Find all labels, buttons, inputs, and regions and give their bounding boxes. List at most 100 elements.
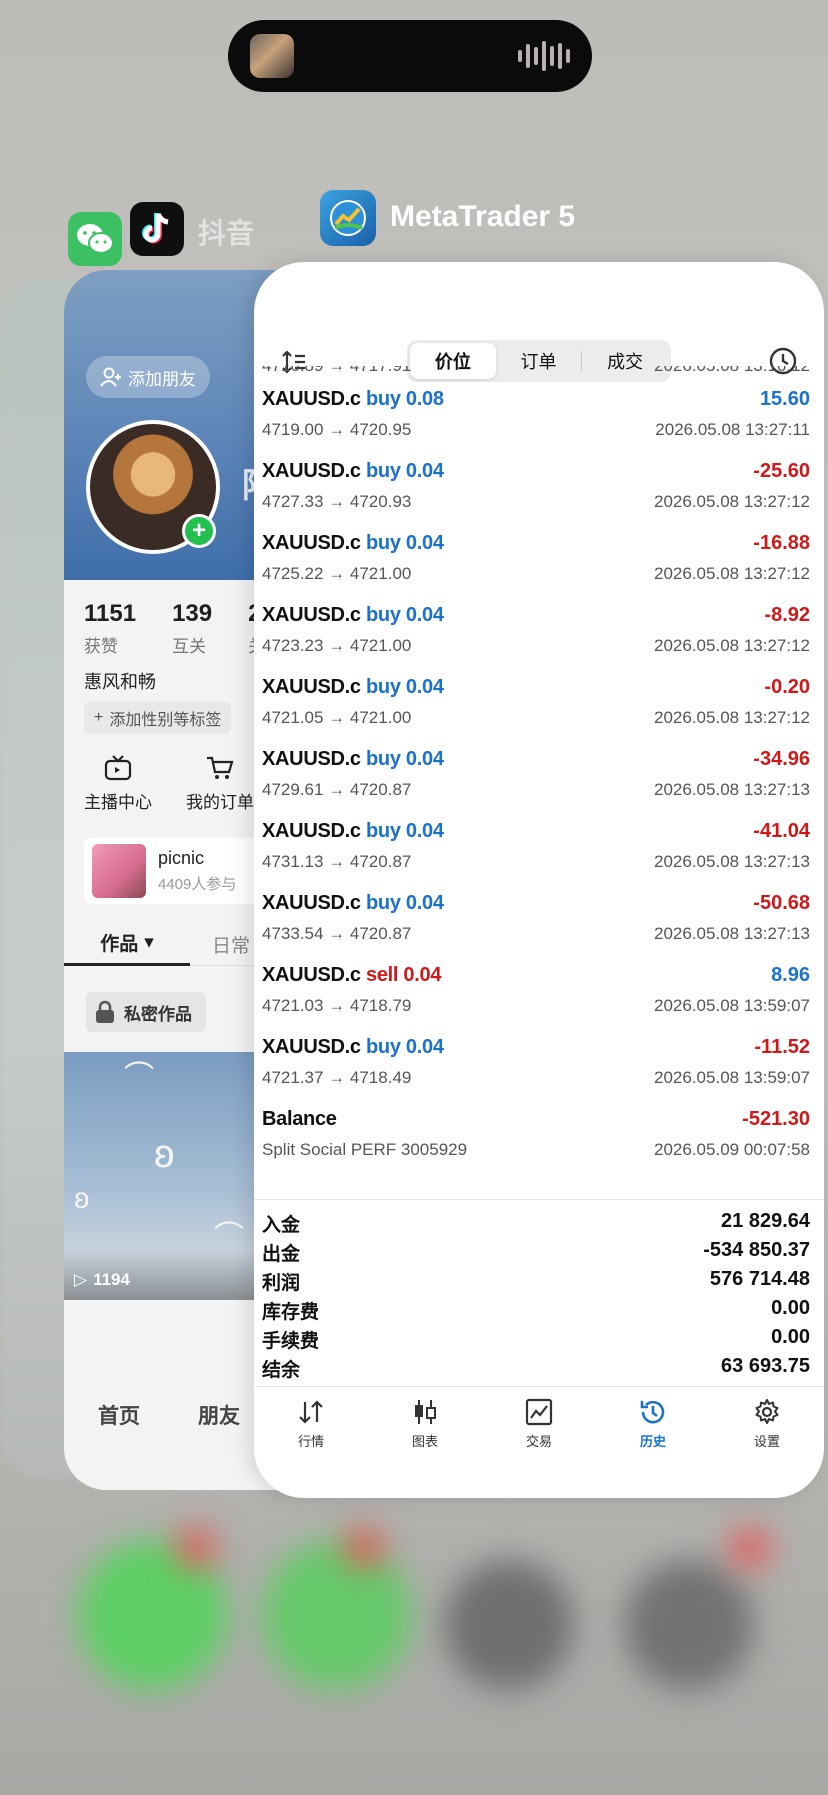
audio-waveform-icon [518,40,570,72]
shortcut-my-orders[interactable]: 我的订单 [186,754,254,813]
stat-mutual[interactable]: 139 互关 [172,600,212,657]
deal-symbol: XAUUSD.c buy 0.04 [262,1036,444,1059]
deal-row[interactable]: XAUUSD.c buy 0.04 -0.20 4721.05 → 4721.00 2… [254,670,824,742]
tab-charts[interactable]: 图表 [385,1397,465,1470]
wechat-bubbles-icon [77,224,114,254]
symbol-text: XAUUSD.c [262,964,361,986]
private-works-button[interactable]: 私密作品 [86,992,206,1032]
deal-side-volume: buy 0.04 [366,604,444,626]
deal-side-volume: buy 0.04 [366,1036,444,1058]
deal-prices: 4719.00 → 4720.95 [262,420,412,439]
dock-badge-blur [176,1528,216,1568]
nav-friends[interactable]: 朋友 [198,1400,240,1430]
deal-time: 2026.05.08 13:27:12 [654,636,810,655]
seagull-icon: ʚ [154,1132,175,1176]
now-playing-artwork [250,34,294,78]
deal-side-volume: buy 0.04 [366,820,444,842]
summary-value: 0.00 [771,1297,810,1319]
tab-history[interactable]: 历史 [613,1397,693,1470]
history-summary: 入金 21 829.64 出金 -534 850.37 利润 576 714.4… [254,1199,824,1382]
deal-row[interactable]: XAUUSD.c buy 0.04 -8.92 4723.23 → 4721.00 2… [254,598,824,670]
view-count: 1194 [93,1270,130,1289]
summary-label: 入金 [262,1215,301,1236]
deal-row[interactable]: XAUUSD.c buy 0.04 -34.96 4729.61 → 4720.87… [254,742,824,814]
nav-home[interactable]: 首页 [98,1400,140,1430]
deal-time: 2026.05.08 13:27:13 [654,924,810,943]
lock-icon [96,1000,114,1023]
deal-prices: 4721.05 → 4721.00 [262,708,412,727]
summary-value: 0.00 [771,1326,810,1348]
tab-label: 设置 [753,1434,780,1449]
summary-value: 21 829.64 [721,1210,810,1232]
group-participants: 4409人参与 [158,876,237,893]
symbol-text: XAUUSD.c [262,1036,361,1058]
tab-label: 作品 [100,934,139,955]
balance-row[interactable]: Balance -521.30 Split Social PERF 3005929 2… [254,1102,824,1174]
deal-profit: -34.96 [753,748,810,770]
deal-row[interactable]: XAUUSD.c buy 0.04 -16.88 4725.22 → 4721.00… [254,526,824,598]
cart-icon [207,756,234,779]
deal-profit: 15.60 [759,388,810,410]
metatrader-app-icon[interactable] [320,190,376,246]
deal-profit: -16.88 [753,532,810,554]
deal-row[interactable]: XAUUSD.c buy 0.08 15.60 4719.00 → 4720.95 2… [254,382,824,454]
seagull-icon: ⌒ [124,1061,154,1094]
deal-time: 2026.05.08 13:59:07 [654,996,810,1015]
caret-down-icon: ▾ [144,932,154,953]
tiktok-note-icon [142,212,169,244]
dock-blur [262,1540,412,1690]
play-icon: ▷ [74,1270,88,1289]
deal-row[interactable]: XAUUSD.c buy 0.04 -41.04 4731.13 → 4720.87… [254,814,824,886]
metatrader-logo-icon [330,200,366,236]
dock-blur [624,1560,754,1690]
tab-quotes[interactable]: 行情 [271,1397,351,1470]
summary-commission: 手续费 0.00 [254,1324,824,1353]
deal-profit: 8.96 [771,964,810,986]
group-thumbnail [92,844,146,898]
tab-label: 交易 [525,1434,552,1449]
dynamic-island[interactable] [228,20,592,92]
add-tag-label: 添加性别等标签 [109,712,222,729]
tab-trade[interactable]: 交易 [499,1397,579,1470]
plus-icon: + [94,709,104,726]
wechat-app-icon[interactable] [68,212,122,266]
deal-profit: -11.52 [754,1036,810,1058]
mt5-tab-bar: 行情 图表 交易 历史 设置 [254,1386,824,1470]
stat-likes[interactable]: 1151 获赞 [84,600,136,657]
symbol-text: XAUUSD.c [262,604,361,626]
seagull-icon: ʚ [74,1182,90,1215]
tab-settings[interactable]: 设置 [727,1397,807,1470]
metatrader-app-label: MetaTrader 5 [390,200,576,233]
add-friend-button[interactable]: 添加朋友 [86,356,210,398]
deal-row[interactable]: XAUUSD.c buy 0.04 -50.68 4733.54 → 4720.87… [254,886,824,958]
douyin-app-icon[interactable] [130,202,184,256]
metatrader-app-card[interactable]: 价位 订单 成交 4716.89 → 4717.91 2026.05.08 13… [254,262,824,1498]
deal-prices: 4721.03 → 4718.79 [262,996,412,1015]
avatar-plus-icon[interactable]: + [182,514,216,548]
shortcut-streamer-center[interactable]: 主播中心 [84,754,152,813]
shortcut-label: 我的订单 [186,793,254,812]
deal-prices: 4733.54 → 4720.87 [262,924,412,943]
deal-prices: 4727.33 → 4720.93 [262,492,412,511]
history-list[interactable]: 4716.89 → 4717.91 2026.05.08 13:16:12 XA… [254,366,824,1301]
summary-withdrawal: 出金 -534 850.37 [254,1237,824,1266]
deal-time: 2026.05.08 13:59:07 [654,1068,810,1087]
symbol-text: XAUUSD.c [262,892,361,914]
douyin-app-label: 抖音 [198,218,255,249]
deal-row[interactable]: XAUUSD.c sell 0.04 8.96 4721.03 → 4718.79 2… [254,958,824,1030]
tab-label: 行情 [297,1434,324,1449]
tab-daily[interactable]: 日常 [212,922,250,966]
deal-symbol: XAUUSD.c buy 0.04 [262,604,444,627]
deal-row[interactable]: XAUUSD.c buy 0.04 -25.60 4727.33 → 4720.93… [254,454,824,526]
trade-chart-icon [525,1398,553,1426]
summary-profit: 利润 576 714.48 [254,1266,824,1295]
tab-works[interactable]: 作品 ▾ [64,922,190,966]
private-works-label: 私密作品 [124,1004,192,1024]
stat-label: 互关 [172,637,207,656]
add-tag-button[interactable]: + 添加性别等标签 [84,702,232,734]
deal-prices: 4721.37 → 4718.49 [262,1068,412,1087]
balance-comment: Split Social PERF 3005929 [262,1140,468,1159]
deal-row[interactable]: XAUUSD.c buy 0.04 -11.52 4721.37 → 4718.49… [254,1030,824,1102]
deal-symbol: XAUUSD.c buy 0.04 [262,748,444,771]
profile-bio: 惠风和畅 [84,672,156,692]
